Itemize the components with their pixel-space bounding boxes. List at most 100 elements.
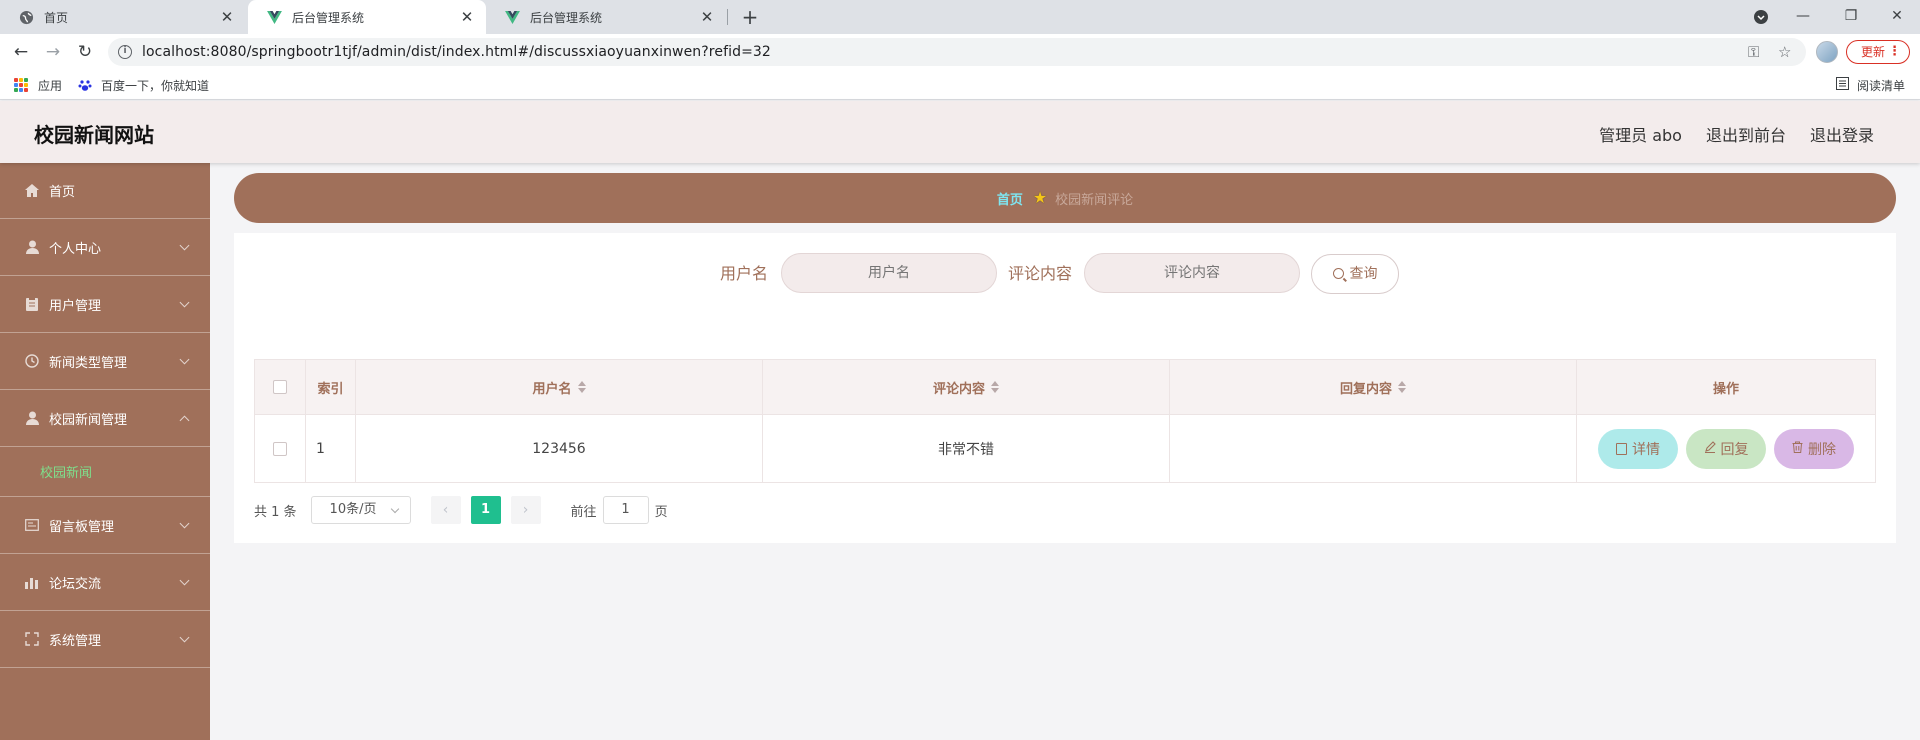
tab-title: 后台管理系统 (530, 10, 603, 25)
sort-icon[interactable] (991, 381, 999, 393)
browser-tab[interactable]: 首页 ✕ (0, 0, 246, 34)
clock-icon (24, 353, 40, 369)
chevron-down-icon (179, 240, 190, 251)
minimize-icon[interactable]: — (1780, 0, 1826, 34)
detail-button[interactable]: 详情 (1598, 428, 1678, 469)
update-label: 更新 (1861, 45, 1886, 59)
sidebar-item-system[interactable]: 系统管理 (0, 611, 210, 668)
content-search-input[interactable] (1084, 253, 1300, 293)
document-icon (1616, 442, 1627, 455)
row-content: 非常不错 (763, 415, 1170, 482)
next-page-button[interactable]: › (510, 496, 541, 524)
bar-chart-icon (24, 574, 40, 590)
row-index: 1 (306, 415, 356, 482)
reading-list-label: 阅读清单 (1857, 78, 1906, 93)
profile-avatar[interactable] (1816, 41, 1838, 63)
back-arrow-icon[interactable]: ← (8, 39, 34, 65)
baidu-paw-icon (78, 78, 92, 92)
globe-icon (18, 9, 34, 25)
address-bar[interactable]: i localhost:8080/springbootr1tjf/admin/d… (108, 38, 1806, 66)
comments-table: 索引 用户名 评论内容 回复内容 操作 1 123456 非常不错 详情 回复 … (254, 359, 1876, 483)
browser-tab[interactable]: 后台管理系统 ✕ (486, 0, 726, 34)
site-title: 校园新闻网站 (34, 123, 154, 147)
reload-icon[interactable]: ↻ (72, 39, 98, 65)
bookmark-star-icon[interactable]: ☆ (1778, 38, 1791, 66)
chevron-down-icon (179, 297, 190, 308)
select-all-cell (255, 360, 306, 414)
sidebar: 首页 个人中心 用户管理 新闻类型管理 校园新闻管理 校园新闻 留言板管理 论坛… (0, 163, 210, 740)
chevron-down-icon (179, 518, 190, 529)
close-icon[interactable]: ✕ (218, 8, 236, 26)
col-username-label: 用户名 (532, 381, 572, 397)
current-page-button[interactable]: 1 (470, 496, 501, 524)
logout-link[interactable]: 退出登录 (1810, 122, 1874, 146)
sidebar-item-forum[interactable]: 论坛交流 (0, 554, 210, 611)
col-index: 索引 (306, 360, 356, 414)
current-user: 管理员 abo (1599, 126, 1682, 145)
select-all-checkbox[interactable] (273, 380, 287, 394)
reply-button[interactable]: 回复 (1686, 428, 1766, 469)
page-size-select[interactable]: 10条/页 (310, 496, 411, 524)
row-reply (1170, 415, 1577, 482)
row-checkbox[interactable] (273, 441, 287, 456)
table-header-row: 索引 用户名 评论内容 回复内容 操作 (254, 359, 1876, 415)
header-links: 管理员 abo 退出到前台 退出登录 (1599, 122, 1874, 146)
sort-icon[interactable] (1398, 381, 1406, 393)
back-to-front-link[interactable]: 退出到前台 (1706, 122, 1786, 146)
sidebar-item-campus-news[interactable]: 校园新闻管理 (0, 390, 210, 447)
key-icon[interactable]: ⚿ (1748, 38, 1759, 66)
sidebar-item-news-types[interactable]: 新闻类型管理 (0, 333, 210, 390)
sidebar-subitem-campus-news[interactable]: 校园新闻 (0, 447, 210, 497)
sidebar-item-label: 校园新闻管理 (49, 412, 128, 428)
delete-button[interactable]: 删除 (1774, 428, 1854, 469)
chevron-down-icon (179, 632, 190, 643)
sidebar-item-message-board[interactable]: 留言板管理 (0, 497, 210, 554)
close-icon[interactable]: ✕ (698, 8, 716, 26)
col-reply[interactable]: 回复内容 (1170, 360, 1577, 414)
col-content[interactable]: 评论内容 (763, 360, 1170, 414)
restore-icon[interactable]: ❐ (1828, 0, 1874, 34)
site-info-icon[interactable]: i (118, 45, 132, 59)
clipboard-icon (24, 296, 40, 312)
message-board-icon (24, 517, 40, 533)
bookmark-label: 应用 (38, 78, 63, 93)
sidebar-item-label: 首页 (49, 185, 76, 200)
reading-list-icon (1836, 77, 1849, 93)
fullscreen-icon (24, 631, 40, 647)
breadcrumb: 首页 ★ 校园新闻评论 (234, 173, 1896, 223)
tab-title: 首页 (44, 10, 69, 25)
row-actions: 详情 回复 删除 (1577, 415, 1875, 482)
username-search-input[interactable] (781, 253, 997, 293)
tab-search-icon[interactable] (1738, 0, 1784, 34)
forward-arrow-icon[interactable]: → (40, 39, 66, 65)
sidebar-item-users[interactable]: 用户管理 (0, 276, 210, 333)
window-close-icon[interactable]: ✕ (1874, 0, 1920, 34)
sidebar-item-label: 留言板管理 (49, 519, 115, 535)
sidebar-subitem-label: 校园新闻 (40, 466, 93, 481)
sidebar-item-label: 论坛交流 (49, 576, 102, 592)
prev-page-button[interactable]: ‹ (430, 496, 461, 524)
bookmark-apps[interactable]: 应用 (14, 70, 62, 100)
edit-pen-icon (1704, 440, 1716, 457)
search-form: 用户名 评论内容 查询 (234, 253, 1896, 295)
tab-divider (727, 9, 728, 25)
breadcrumb-home[interactable]: 首页 (997, 189, 1023, 208)
sidebar-item-label: 系统管理 (49, 633, 102, 649)
sidebar-item-home[interactable]: 首页 (0, 163, 210, 219)
sidebar-item-label: 新闻类型管理 (49, 355, 128, 371)
bookmark-label: 百度一下，你就知道 (101, 78, 210, 93)
col-username[interactable]: 用户名 (356, 360, 763, 414)
bookmark-baidu[interactable]: 百度一下，你就知道 (78, 70, 209, 100)
query-button[interactable]: 查询 (1311, 254, 1399, 294)
new-tab-button[interactable]: + (737, 4, 763, 30)
goto-page-input[interactable]: 1 (602, 496, 649, 524)
browser-tab-active[interactable]: 后台管理系统 ✕ (248, 0, 486, 34)
sidebar-item-profile[interactable]: 个人中心 (0, 219, 210, 276)
update-button[interactable]: 更新 ⋮ (1846, 40, 1910, 64)
chevron-down-icon (179, 575, 190, 586)
url-text: localhost:8080/springbootr1tjf/admin/dis… (142, 44, 771, 60)
browser-tab-strip: 首页 ✕ 后台管理系统 ✕ 后台管理系统 ✕ + — ❐ ✕ (0, 0, 1920, 34)
close-icon[interactable]: ✕ (458, 8, 476, 26)
reading-list[interactable]: 阅读清单 (1836, 70, 1905, 100)
sort-icon[interactable] (577, 381, 586, 393)
